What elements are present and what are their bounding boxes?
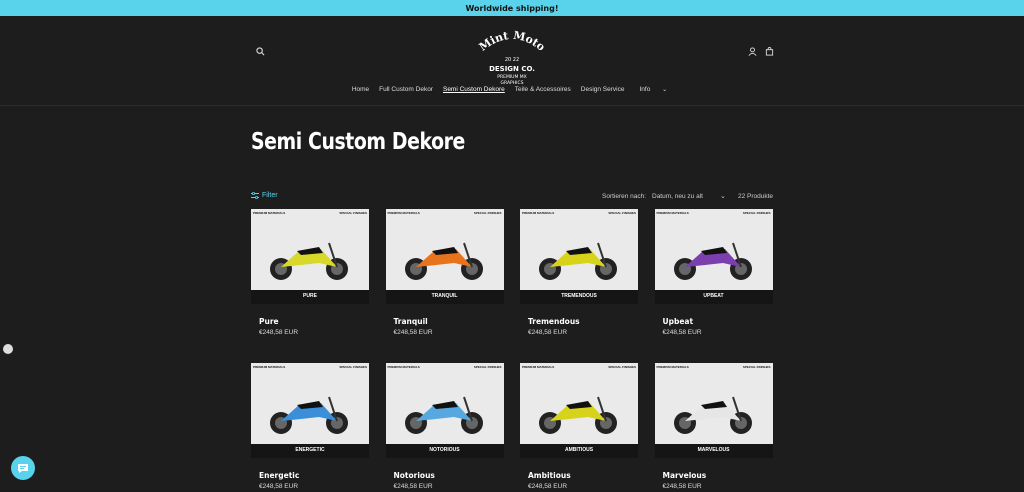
product-price: €248,58 EUR [662, 483, 702, 490]
nav-full-custom[interactable]: Full Custom Dekor [379, 86, 433, 96]
sort-select[interactable]: Datum, neu zu alt [652, 193, 703, 200]
card-label-left: PREMIUM MATERIALS [522, 211, 555, 215]
motorbike-image [270, 396, 348, 434]
product-count: 22 Produkte [738, 193, 774, 200]
product-price: €248,58 EUR [259, 329, 299, 336]
logo-line2: DESIGN CO. [489, 65, 535, 73]
product-image[interactable]: PREMIUM MATERIALS SPECIAL FINISHES PURE [251, 209, 369, 304]
motorbike-image [404, 242, 483, 280]
product-image[interactable]: PREMIUM MATERIALS SPECIAL FINISHES UPBEAT [654, 209, 773, 304]
motorbike-image [539, 242, 617, 280]
svg-text:Mint Moto: Mint Moto [477, 30, 548, 54]
card-label-right: SPECIAL FINISHES [742, 211, 771, 215]
filter-icon [251, 192, 259, 199]
announcement-bar: Worldwide shipping! [0, 0, 1024, 16]
product-image[interactable]: PREMIUM MATERIALS SPECIAL FINISHES NOTORIO… [385, 363, 504, 458]
product-name[interactable]: Notorious [394, 471, 435, 480]
product-name[interactable]: Energetic [259, 471, 299, 480]
nav-info-label: Info [639, 86, 651, 93]
header: Mint Moto 20 22 DESIGN CO. PREMIUM MX GR… [0, 16, 1024, 106]
page-title: Semi Custom Dekore [251, 129, 465, 155]
product-image[interactable]: PREMIUM MATERIALS SPECIAL FINISHES TRANQUI… [385, 209, 504, 304]
card-label-right: SPECIAL FINISHES [608, 211, 636, 215]
card-label-right: SPECIAL FINISHES [742, 365, 771, 369]
card-label-right: SPECIAL FINISHES [473, 365, 502, 369]
card-label-right: SPECIAL FINISHES [339, 365, 367, 369]
product-name[interactable]: Tranquil [394, 317, 428, 326]
card-badge: AMBITIOUS [564, 447, 594, 453]
logo-year: 20 22 [505, 57, 519, 63]
filter-label: Filter [262, 192, 278, 199]
nav-parts[interactable]: Teile & Accessoires [515, 86, 571, 96]
card-label-left: PREMIUM MATERIALS [522, 365, 555, 369]
chat-icon [18, 464, 28, 473]
card-badge: TRANQUIL [431, 293, 458, 299]
product-price: €248,58 EUR [393, 483, 433, 490]
card-badge: NOTORIOUS [429, 447, 460, 453]
motorbike-image [673, 396, 752, 434]
filter-row: Filter Sortieren nach: Datum, neu zu alt… [251, 192, 774, 204]
card-label-right: SPECIAL FINISHES [339, 211, 367, 215]
card-label-left: PREMIUM MATERIALS [387, 365, 420, 369]
product-name[interactable]: Marvelous [663, 471, 707, 480]
product-name[interactable]: Pure [259, 317, 279, 326]
card-label-left: PREMIUM MATERIALS [656, 211, 689, 215]
product-name[interactable]: Ambitious [528, 471, 571, 480]
product-name[interactable]: Upbeat [663, 317, 694, 326]
cart-icon[interactable] [763, 45, 775, 57]
sort-label: Sortieren nach: [602, 193, 647, 200]
motorbike-image [404, 396, 483, 434]
motorbike-image [270, 242, 348, 280]
nav-semi-custom[interactable]: Semi Custom Dekore [443, 86, 505, 96]
product-price: €248,58 EUR [662, 329, 702, 336]
chat-button[interactable] [11, 456, 35, 480]
nav-home[interactable]: Home [352, 86, 369, 96]
product-price: €248,58 EUR [259, 483, 299, 490]
main-nav: Home Full Custom Dekor Semi Custom Dekor… [0, 86, 1024, 96]
filter-button[interactable]: Filter [251, 192, 278, 199]
motorbike-image [539, 396, 617, 434]
logo-line3: PREMIUM MX [497, 74, 526, 80]
account-icon[interactable] [746, 45, 758, 57]
product-image[interactable]: PREMIUM MATERIALS SPECIAL FINISHES TREMEND… [520, 209, 638, 304]
product-price: €248,58 EUR [528, 483, 568, 490]
product-name[interactable]: Tremendous [528, 317, 580, 326]
card-badge: UPBEAT [703, 293, 724, 299]
chevron-down-icon: ⌄ [662, 87, 668, 93]
product-image[interactable]: PREMIUM MATERIALS SPECIAL FINISHES AMBITIO… [520, 363, 638, 458]
product-price: €248,58 EUR [528, 329, 568, 336]
announcement-text: Worldwide shipping! [465, 3, 559, 13]
card-label-left: PREMIUM MATERIALS [387, 211, 420, 215]
card-label-right: SPECIAL FINISHES [473, 211, 502, 215]
chevron-down-icon[interactable]: ⌄ [720, 192, 726, 200]
nav-design-service[interactable]: Design Service [581, 86, 625, 96]
product-image[interactable]: PREMIUM MATERIALS SPECIAL FINISHES ENERGET… [251, 363, 369, 458]
product-image[interactable]: PREMIUM MATERIALS SPECIAL FINISHES MARVELO… [654, 363, 773, 458]
nav-info[interactable]: Info ⌄ [634, 86, 672, 96]
motorbike-image [673, 242, 752, 280]
globe-icon[interactable] [3, 344, 13, 354]
card-label-left: PREMIUM MATERIALS [253, 211, 286, 215]
card-label-left: PREMIUM MATERIALS [656, 365, 689, 369]
logo[interactable]: Mint Moto 20 22 DESIGN CO. PREMIUM MX GR… [470, 29, 554, 90]
card-badge: MARVELOUS [697, 447, 730, 453]
card-label-right: SPECIAL FINISHES [608, 365, 636, 369]
card-badge: TREMENDOUS [561, 293, 597, 299]
logo-line1: Mint Moto [477, 29, 548, 54]
search-icon[interactable] [254, 45, 266, 57]
card-badge: ENERGETIC [295, 447, 325, 453]
card-label-left: PREMIUM MATERIALS [253, 365, 286, 369]
product-price: €248,58 EUR [393, 329, 433, 336]
card-badge: PURE [303, 293, 317, 299]
